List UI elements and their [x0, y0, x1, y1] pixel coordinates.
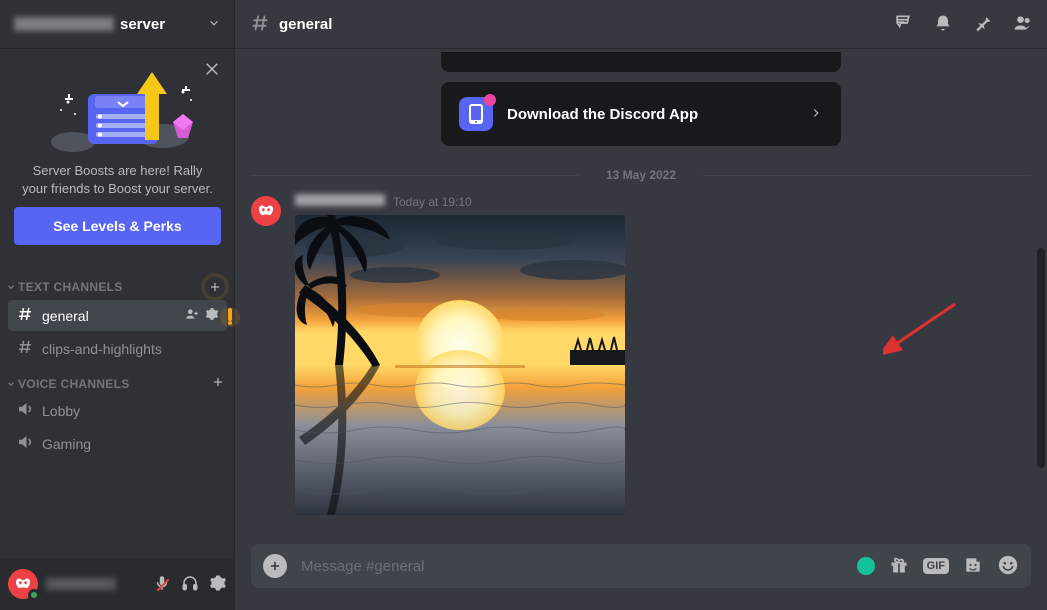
voice-channel-gaming[interactable]: Gaming: [8, 428, 227, 459]
attach-icon[interactable]: [263, 554, 287, 578]
channel-label: clips-and-highlights: [42, 341, 162, 357]
sticker-icon[interactable]: [963, 555, 983, 578]
message-input[interactable]: [299, 557, 845, 576]
text-channels-header[interactable]: TEXT CHANNELS: [0, 267, 235, 299]
gear-icon[interactable]: [209, 574, 227, 595]
speaker-icon: [16, 400, 34, 421]
text-channels-label: TEXT CHANNELS: [18, 280, 123, 294]
message-composer: GIF: [251, 544, 1031, 588]
user-name-redacted: [46, 578, 116, 590]
grammarly-icon[interactable]: [857, 557, 875, 575]
server-header[interactable]: server: [0, 0, 235, 48]
server-name-suffix: server: [120, 16, 165, 33]
boost-text: Server Boosts are here! Rally your frien…: [14, 158, 221, 207]
channel-general[interactable]: general: [8, 300, 227, 331]
headphones-icon[interactable]: [181, 574, 199, 595]
author-avatar[interactable]: [251, 196, 281, 226]
scrollbar[interactable]: [1037, 48, 1045, 544]
channel-clips-and-highlights[interactable]: clips-and-highlights: [8, 333, 227, 364]
channel-title: general: [279, 16, 332, 33]
messages-area: Download the Discord App 13 May 2022 Tod…: [235, 48, 1047, 544]
bell-icon[interactable]: [933, 13, 953, 36]
voice-channels-label: VOICE CHANNELS: [18, 377, 130, 391]
composer-row: GIF: [235, 544, 1047, 610]
gif-icon[interactable]: GIF: [923, 558, 949, 574]
gift-icon[interactable]: [889, 555, 909, 578]
boost-illustration: [14, 62, 221, 158]
boost-button[interactable]: See Levels & Perks: [14, 207, 221, 245]
add-channel-icon[interactable]: [211, 375, 225, 392]
image-attachment[interactable]: [295, 215, 625, 515]
boost-card: Server Boosts are here! Rally your frien…: [8, 56, 227, 255]
voice-channels-header[interactable]: VOICE CHANNELS: [0, 365, 235, 394]
server-name: server: [14, 16, 165, 33]
channel-label: Gaming: [42, 436, 91, 452]
server-sidebar: server: [0, 0, 235, 610]
download-app-label: Download the Discord App: [507, 106, 698, 123]
date-divider: 13 May 2022: [251, 168, 1031, 182]
server-name-redacted: [14, 17, 114, 31]
user-avatar[interactable]: [8, 569, 38, 599]
channel-label: Lobby: [42, 403, 80, 419]
channel-header: general: [235, 0, 1047, 48]
gear-icon[interactable]: [205, 307, 219, 324]
mic-mute-icon[interactable]: [153, 574, 171, 595]
voice-channel-lobby[interactable]: Lobby: [8, 395, 227, 426]
collapsed-card[interactable]: [441, 52, 841, 72]
message-timestamp: Today at 19:10: [393, 195, 472, 209]
download-app-card[interactable]: Download the Discord App: [441, 82, 841, 146]
author-name-redacted: [295, 194, 385, 206]
hash-icon: [16, 338, 34, 359]
user-panel: [0, 558, 235, 610]
invite-icon[interactable]: [185, 307, 199, 324]
message: Today at 19:10: [251, 190, 1031, 519]
threads-icon[interactable]: [893, 13, 913, 36]
channel-label: general: [42, 308, 89, 324]
emoji-icon[interactable]: [997, 554, 1019, 579]
date-divider-label: 13 May 2022: [606, 168, 676, 182]
pin-icon[interactable]: [973, 13, 993, 36]
members-icon[interactable]: [1013, 13, 1033, 36]
add-channel-icon[interactable]: [205, 277, 225, 297]
main-area: general Download the Discord App 13 May …: [235, 0, 1047, 610]
chevron-right-icon: [809, 106, 823, 123]
hash-icon: [16, 305, 34, 326]
chevron-down-icon: [207, 16, 221, 33]
speaker-icon: [16, 433, 34, 454]
status-online-icon: [28, 589, 40, 601]
hash-icon: [249, 12, 271, 37]
phone-icon: [459, 97, 493, 131]
close-icon[interactable]: [203, 60, 221, 82]
